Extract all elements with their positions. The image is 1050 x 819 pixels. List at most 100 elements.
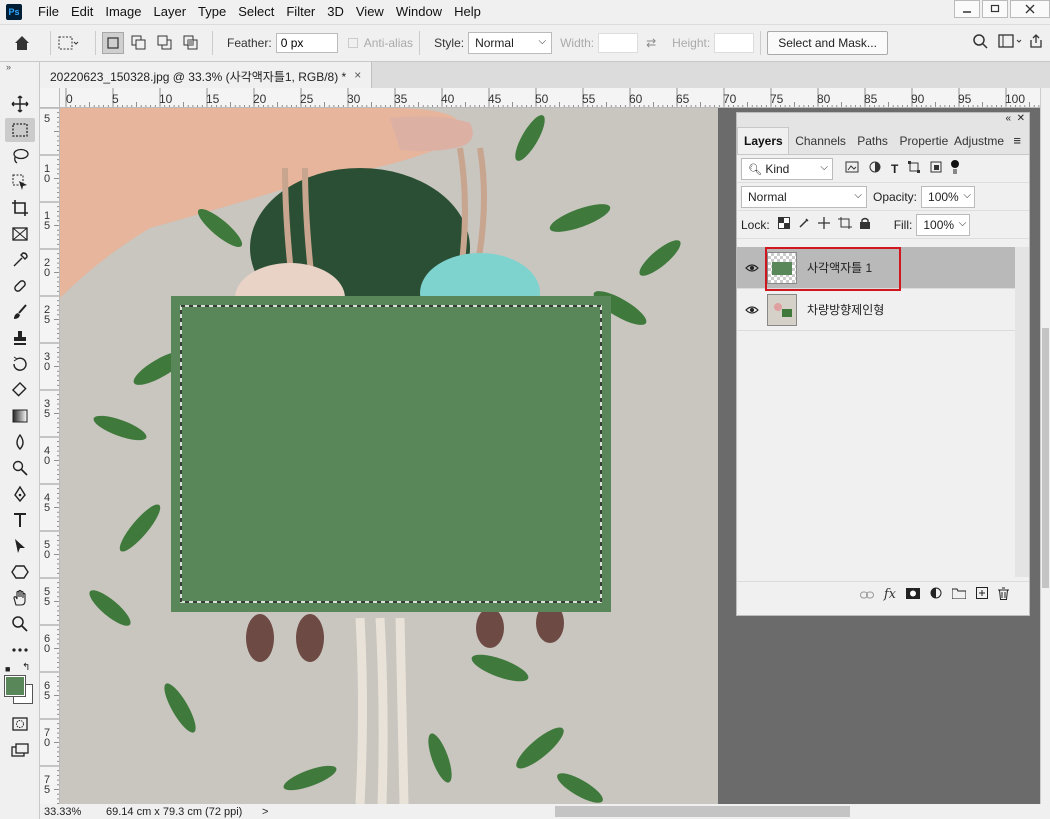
search-icon[interactable]: [972, 33, 988, 52]
close-window-button[interactable]: [1010, 0, 1050, 18]
filter-kind-select[interactable]: 🔍︎ Kind ⌵: [741, 157, 833, 180]
menu-filter[interactable]: Filter: [280, 0, 321, 24]
collapse-panel-icon[interactable]: «: [1005, 113, 1011, 124]
workspace-icon[interactable]: [998, 33, 1024, 52]
more-tools-icon[interactable]: [5, 638, 35, 662]
default-colors-icon[interactable]: ■: [5, 664, 10, 674]
quick-mask-icon[interactable]: [5, 712, 35, 736]
type-tool-icon[interactable]: [5, 508, 35, 532]
menu-view[interactable]: View: [350, 0, 390, 24]
horizontal-scroll-thumb[interactable]: [555, 806, 850, 817]
minimize-button[interactable]: [954, 0, 980, 18]
select-and-mask-button[interactable]: Select and Mask...: [767, 31, 888, 55]
pixel-filter-icon[interactable]: [845, 161, 859, 176]
move-tool-icon[interactable]: [5, 92, 35, 116]
intersect-selection-icon[interactable]: [180, 32, 202, 54]
new-layer-icon[interactable]: [976, 587, 988, 602]
marquee-preset-icon[interactable]: [57, 34, 79, 52]
document-tab[interactable]: 20220623_150328.jpg @ 33.3% (사각액자틀1, RGB…: [40, 62, 373, 88]
path-selection-icon[interactable]: [5, 534, 35, 558]
fill-field[interactable]: 100% ⌵: [916, 213, 971, 236]
lock-all-icon[interactable]: [859, 217, 870, 232]
layer-row[interactable]: 차량방향제인형: [737, 289, 1015, 331]
rectangular-marquee-icon[interactable]: [5, 118, 35, 142]
lock-position-icon[interactable]: [817, 217, 830, 232]
lock-transparent-icon[interactable]: [777, 217, 790, 232]
menu-file[interactable]: File: [32, 0, 65, 24]
clone-stamp-icon[interactable]: [5, 326, 35, 350]
menu-3d[interactable]: 3D: [321, 0, 350, 24]
visibility-eye-icon[interactable]: [737, 263, 767, 273]
zoom-level[interactable]: 33.33%: [44, 806, 96, 818]
filter-toggle-icon[interactable]: [950, 159, 960, 178]
adjustment-layer-icon[interactable]: [930, 587, 942, 602]
menu-layer[interactable]: Layer: [148, 0, 193, 24]
lasso-tool-icon[interactable]: [5, 144, 35, 168]
menu-window[interactable]: Window: [390, 0, 448, 24]
shape-filter-icon[interactable]: [908, 161, 921, 176]
type-filter-icon[interactable]: T: [891, 162, 898, 176]
lock-artboard-icon[interactable]: [837, 217, 852, 232]
share-icon[interactable]: [1028, 33, 1044, 52]
close-tab-icon[interactable]: ×: [354, 68, 361, 82]
home-icon[interactable]: [0, 34, 44, 52]
blend-mode-select[interactable]: Normal ⌵: [741, 185, 867, 208]
panel-menu-icon[interactable]: ≡: [1005, 127, 1029, 154]
add-selection-icon[interactable]: [128, 32, 150, 54]
zoom-tool-icon[interactable]: [5, 612, 35, 636]
menu-select[interactable]: Select: [232, 0, 280, 24]
tab-layers[interactable]: Layers: [737, 127, 790, 154]
menu-help[interactable]: Help: [448, 0, 487, 24]
layer-name[interactable]: 차량방향제인형: [807, 301, 884, 318]
add-mask-icon[interactable]: [906, 587, 920, 602]
smart-object-filter-icon[interactable]: [930, 161, 942, 176]
tab-properties[interactable]: Propertie: [894, 128, 948, 154]
scroll-thumb[interactable]: [1042, 328, 1049, 588]
crop-tool-icon[interactable]: [5, 196, 35, 220]
menu-type[interactable]: Type: [192, 0, 232, 24]
collapse-icon[interactable]: »: [0, 62, 39, 72]
dodge-tool-icon[interactable]: [5, 456, 35, 480]
pen-tool-icon[interactable]: [5, 482, 35, 506]
visibility-eye-icon[interactable]: [737, 305, 767, 315]
swap-colors-icon[interactable]: ↰: [22, 662, 30, 673]
brush-tool-icon[interactable]: [5, 300, 35, 324]
hand-tool-icon[interactable]: [5, 586, 35, 610]
opacity-field[interactable]: 100% ⌵: [921, 185, 976, 208]
screen-mode-icon[interactable]: [5, 738, 35, 762]
tab-adjustments[interactable]: Adjustme: [948, 128, 1005, 154]
frame-tool-icon[interactable]: [5, 222, 35, 246]
gradient-icon[interactable]: [5, 404, 35, 428]
delete-layer-icon[interactable]: [998, 587, 1009, 603]
layer-row[interactable]: 사각액자틀 1: [737, 247, 1015, 291]
adjustment-filter-icon[interactable]: [869, 161, 881, 176]
height-input[interactable]: [714, 33, 755, 53]
new-group-icon[interactable]: [951, 587, 967, 602]
shape-tool-icon[interactable]: [5, 560, 35, 584]
tab-paths[interactable]: Paths: [851, 128, 893, 154]
subtract-selection-icon[interactable]: [154, 32, 176, 54]
history-brush-icon[interactable]: [5, 352, 35, 376]
healing-brush-icon[interactable]: [5, 274, 35, 298]
feather-input[interactable]: [275, 33, 338, 53]
object-selection-icon[interactable]: [5, 170, 35, 194]
eyedropper-icon[interactable]: [5, 248, 35, 272]
menu-edit[interactable]: Edit: [65, 0, 99, 24]
swap-icon[interactable]: ⇄: [646, 36, 656, 50]
eraser-icon[interactable]: [5, 378, 35, 402]
menu-image[interactable]: Image: [99, 0, 147, 24]
lock-pixels-icon[interactable]: [798, 217, 810, 232]
link-layers-icon[interactable]: [859, 587, 874, 602]
fx-icon[interactable]: fx: [884, 587, 896, 602]
tab-channels[interactable]: Channels: [789, 128, 851, 154]
width-input[interactable]: [598, 33, 639, 53]
foreground-color-swatch[interactable]: [4, 675, 26, 697]
close-panel-icon[interactable]: ✕: [1017, 113, 1025, 124]
style-select[interactable]: Normal ⌵: [468, 32, 553, 54]
antialias-checkbox[interactable]: Anti-alias: [347, 36, 413, 50]
new-selection-icon[interactable]: [102, 32, 124, 54]
vertical-scrollbar[interactable]: [1040, 88, 1050, 804]
layers-scrollbar[interactable]: [1015, 247, 1029, 577]
restore-button[interactable]: [982, 0, 1008, 18]
blur-tool-icon[interactable]: [5, 430, 35, 454]
